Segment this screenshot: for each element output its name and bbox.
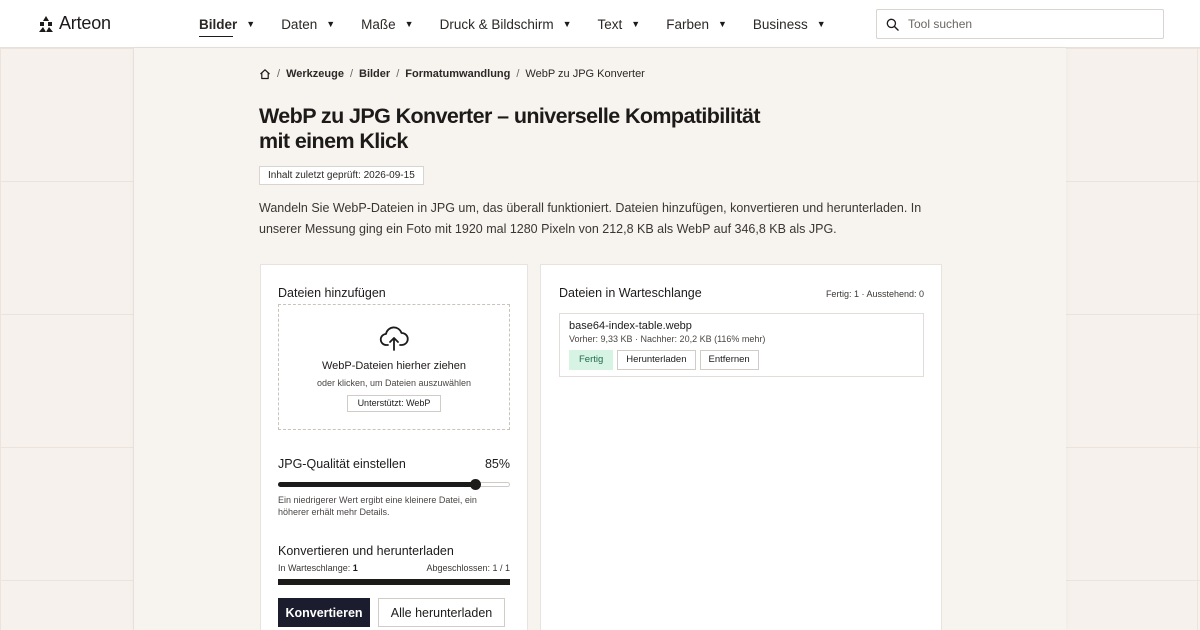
brand-name: Arteon: [59, 13, 111, 33]
breadcrumb: / Werkzeuge / Bilder / Formatumwandlung …: [259, 68, 645, 80]
file-dropzone[interactable]: WebP-Dateien hierher ziehen oder klicken…: [278, 304, 510, 430]
breadcrumb-formatumwandlung[interactable]: Formatumwandlung: [405, 68, 510, 80]
tool-search[interactable]: [876, 9, 1164, 39]
nav-item-label: Text: [597, 16, 623, 32]
progress-fill: [278, 579, 510, 585]
caret-down-icon: ▼: [404, 19, 414, 29]
home-icon[interactable]: [259, 68, 271, 80]
arteon-logo-icon: [39, 15, 53, 32]
queued-count: 1: [352, 563, 358, 573]
queue-title: Dateien in Warteschlange: [559, 286, 702, 300]
breadcrumb-separator: /: [349, 68, 353, 80]
remove-button[interactable]: Entfernen: [699, 350, 759, 370]
nav-item-bilder[interactable]: Bilder ▼: [199, 0, 255, 48]
caret-down-icon: ▼: [246, 19, 256, 29]
cloud-upload-icon: [379, 326, 409, 351]
intro-text: Wandeln Sie WebP-Dateien in JPG um, das …: [259, 201, 922, 236]
nav-item-farben[interactable]: Farben ▼: [666, 0, 727, 48]
file-name: base64-index-table.webp: [569, 320, 692, 332]
caret-down-icon: ▼: [718, 19, 727, 29]
slider-thumb[interactable]: [470, 479, 481, 490]
status-badge: Fertig: [569, 350, 614, 370]
page-title: WebP zu JPG Konverter – universelle Komp…: [259, 104, 760, 153]
convert-button[interactable]: Konvertieren: [278, 598, 370, 627]
search-icon: [886, 18, 899, 31]
brand-logo[interactable]: Arteon: [38, 13, 111, 34]
breadcrumb-separator: /: [516, 68, 520, 80]
main-nav: Bilder ▼ Daten ▼ Maße ▼ Druck & Bildschi…: [199, 0, 852, 48]
file-actions: Fertig Herunterladen Entfernen: [569, 350, 759, 370]
caret-down-icon: ▼: [631, 19, 641, 29]
nav-item-label: Business: [752, 16, 808, 32]
caret-down-icon: ▼: [326, 19, 336, 29]
content-panel: / Werkzeuge / Bilder / Formatumwandlung …: [134, 48, 1066, 630]
breadcrumb-bilder[interactable]: Bilder: [359, 68, 390, 80]
top-navigation-bar: Arteon Bilder ▼ Daten ▼ Maße ▼ Druck & B…: [0, 0, 1200, 48]
reviewed-date-badge: Inhalt zuletzt geprüft: 2026-09-15: [259, 166, 424, 185]
breadcrumb-werkzeuge[interactable]: Werkzeuge: [286, 68, 344, 80]
convert-title: Konvertieren und herunterladen: [278, 544, 454, 558]
quality-slider[interactable]: [278, 479, 510, 490]
completed-info: Abgeschlossen: 1 / 1: [426, 563, 510, 573]
nav-item-label: Druck & Bildschirm: [439, 16, 554, 32]
upload-title: Dateien hinzufügen: [278, 286, 386, 300]
quality-header: JPG-Qualität einstellen 85%: [278, 457, 510, 471]
nav-item-masse[interactable]: Maße ▼: [361, 0, 413, 48]
supported-format-badge: Unterstützt: WebP: [347, 395, 441, 412]
download-all-button[interactable]: Alle herunterladen: [378, 598, 505, 627]
queued-info: In Warteschlange: 1: [278, 563, 358, 573]
nav-item-daten[interactable]: Daten ▼: [281, 0, 335, 48]
nav-item-label: Farben: [666, 16, 709, 32]
quality-value: 85%: [484, 457, 510, 471]
search-input[interactable]: [908, 17, 1148, 31]
queue-file-item: base64-index-table.webp Vorher: 9,33 KB …: [559, 313, 924, 377]
nav-item-business[interactable]: Business ▼: [753, 0, 826, 48]
queued-label: In Warteschlange:: [278, 563, 351, 573]
quality-hint: Ein niedrigerer Wert ergibt eine kleiner…: [278, 495, 477, 517]
nav-item-label: Bilder: [199, 16, 238, 32]
upload-card: Dateien hinzufügen WebP-Dateien hierher …: [260, 264, 528, 630]
caret-down-icon: ▼: [816, 19, 826, 29]
nav-item-druck-bildschirm[interactable]: Druck & Bildschirm ▼: [440, 0, 572, 48]
queue-card: Dateien in Warteschlange Fertig: 1 · Aus…: [540, 264, 942, 630]
file-sizes: Vorher: 9,33 KB · Nachher: 20,2 KB (116%…: [569, 334, 766, 344]
nav-item-label: Maße: [361, 16, 396, 32]
caret-down-icon: ▼: [562, 19, 572, 29]
nav-item-text[interactable]: Text ▼: [598, 0, 641, 48]
quality-label: JPG-Qualität einstellen: [278, 457, 406, 471]
nav-item-label: Daten: [281, 16, 318, 32]
progress-bar: [278, 579, 510, 585]
dropzone-subtitle: oder klicken, um Dateien auszuwählen: [316, 378, 472, 388]
slider-fill: [278, 482, 475, 487]
download-button[interactable]: Herunterladen: [617, 350, 696, 370]
breadcrumb-current: WebP zu JPG Konverter: [525, 68, 645, 80]
convert-stats: In Warteschlange: 1 Abgeschlossen: 1 / 1: [278, 563, 510, 573]
breadcrumb-separator: /: [396, 68, 400, 80]
queue-status: Fertig: 1 · Ausstehend: 0: [825, 289, 924, 299]
dropzone-title: WebP-Dateien hierher ziehen: [321, 360, 467, 372]
breadcrumb-separator: /: [277, 68, 281, 80]
